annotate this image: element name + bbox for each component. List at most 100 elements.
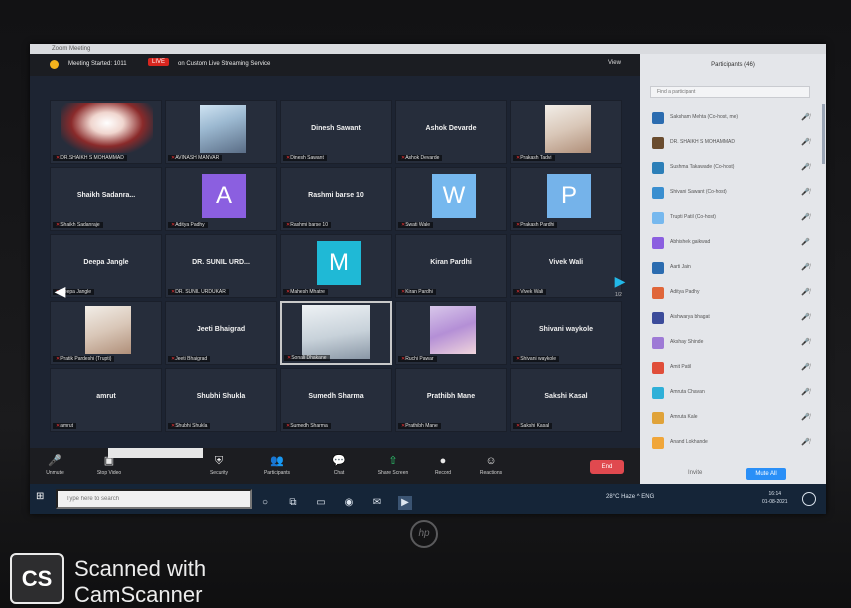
tile-name: Shaikh Sadanra... <box>76 192 136 199</box>
view-button[interactable]: View <box>608 60 621 66</box>
avatar <box>652 412 664 424</box>
system-tray[interactable]: 28°C Haze ^ ENG <box>606 494 654 500</box>
participant-item[interactable]: Trupti Patil (Co-host) 🎤̸ <box>646 206 816 231</box>
participants-button[interactable]: 👥 Participants <box>260 454 294 476</box>
participant-video <box>200 105 246 153</box>
meeting-info-icon[interactable] <box>50 60 59 69</box>
tile-label: Sonali Dhakane <box>284 355 330 361</box>
avatar <box>652 112 664 124</box>
video-tile[interactable]: DR.SHAIKH S MOHAMMAD <box>50 100 162 164</box>
taskbar-apps: ○ ⧉ ▭ ◉ ✉ ▶ <box>258 492 426 510</box>
tile-label: Ashok Devarde <box>398 155 443 161</box>
participant-item[interactable]: Sushma Takawade (Co-host) 🎤̸ <box>646 156 816 181</box>
video-tile[interactable]: Prathibh Mane Prathibh Mane <box>395 368 507 432</box>
task-view-icon[interactable]: ⧉ <box>286 496 300 510</box>
video-tile[interactable]: Sakshi Kasal Sakshi Kasal <box>510 368 622 432</box>
share-screen-button[interactable]: ⇧ Share Screen <box>376 454 410 476</box>
live-stream-text[interactable]: on Custom Live Streaming Service <box>178 61 270 67</box>
unmute-button[interactable]: 🎤 Unmute <box>38 454 72 476</box>
file-explorer-icon[interactable]: ▭ <box>314 496 328 510</box>
avatar <box>652 237 664 249</box>
tile-label: Aditya Padhy <box>168 222 208 228</box>
chat-button[interactable]: 💬 Chat <box>322 454 356 476</box>
video-tile[interactable]: Prakash Tadvi <box>510 100 622 164</box>
mute-all-button[interactable]: Mute All <box>746 468 786 480</box>
avatar <box>652 137 664 149</box>
tile-label: Vivek Wali <box>513 289 547 295</box>
video-tile[interactable]: Pratik Pardeshi (Trupti) <box>50 301 162 365</box>
tile-label: Mahesh Mhatre <box>283 289 328 295</box>
participant-name: Amruta Chavan <box>670 389 705 395</box>
participant-item[interactable]: DR. SHAIKH S MOHAMMAD 🎤̸ <box>646 131 816 156</box>
video-tile[interactable]: Shivani waykole Shivani waykole <box>510 301 622 365</box>
mic-muted-icon: 🎤̸ <box>801 389 810 396</box>
participants-panel: Participants (46) Saksham Mehta (Co-host… <box>640 54 826 484</box>
participant-name: DR. SHAIKH S MOHAMMAD <box>670 139 736 145</box>
stop-video-label: Stop Video <box>96 470 122 476</box>
clock[interactable]: 16:14 01-08-2021 <box>762 490 788 506</box>
video-tile[interactable]: Kiran Pardhi Kiran Pardhi <box>395 234 507 298</box>
cortana-icon[interactable]: ○ <box>258 496 272 510</box>
video-tile[interactable]: Ashok Devarde Ashok Devarde <box>395 100 507 164</box>
camscanner-logo: CS <box>10 553 64 604</box>
record-label: Record <box>434 470 452 476</box>
share-screen-label: Share Screen <box>377 470 409 476</box>
end-meeting-button[interactable]: End <box>590 460 624 474</box>
participant-item[interactable]: Aarti Jain 🎤̸ <box>646 256 816 281</box>
participant-name: Aishwarya bhagat <box>670 314 710 320</box>
video-tile[interactable]: Ruchi Pawar <box>395 301 507 365</box>
unmute-label: Unmute <box>46 470 64 476</box>
video-tile[interactable]: amrut amrut <box>50 368 162 432</box>
video-tile[interactable]: Shubhi Shukla Shubhi Shukla <box>165 368 277 432</box>
participant-item[interactable]: Amit Patil 🎤̸ <box>646 356 816 381</box>
chrome-icon[interactable]: ◉ <box>342 496 356 510</box>
video-tile[interactable]: Jeeti Bhaigrad Jeeti Bhaigrad <box>165 301 277 365</box>
video-tile[interactable]: Dinesh Sawant Dinesh Sawant <box>280 100 392 164</box>
video-tile[interactable]: W Swati Wale <box>395 167 507 231</box>
participant-item[interactable]: Abhishek gaikwad 🎤 <box>646 231 816 256</box>
avatar <box>652 212 664 224</box>
record-button[interactable]: ● Record <box>426 454 460 476</box>
tile-label: Ruchi Pawar <box>398 356 437 362</box>
video-tile[interactable]: A Aditya Padhy <box>165 167 277 231</box>
reactions-label: Reactions <box>479 470 503 476</box>
previous-page-arrow-icon[interactable]: ◀ <box>50 276 70 306</box>
active-speaker-tile[interactable]: Sonali Dhakane <box>280 301 392 365</box>
tile-label: Kiran Pardhi <box>398 289 436 295</box>
participant-item[interactable]: Aishwarya bhagat 🎤̸ <box>646 306 816 331</box>
video-tile[interactable]: AVINASH MANVAR <box>165 100 277 164</box>
mic-icon: 🎤 <box>801 239 810 246</box>
participant-name: Trupti Patil (Co-host) <box>670 214 716 220</box>
video-tile[interactable]: M Mahesh Mhatre <box>280 234 392 298</box>
windows-start-icon[interactable]: ⊞ <box>36 491 44 502</box>
video-tile[interactable]: P Prakash Pardhi <box>510 167 622 231</box>
participant-name: Akshay Shinde <box>670 339 704 345</box>
reactions-button[interactable]: ☺ Reactions <box>474 454 508 476</box>
shield-icon: ⛨ <box>214 455 224 467</box>
live-badge[interactable]: LIVE <box>148 58 170 66</box>
video-tile[interactable]: Sumedh Sharma Sumedh Sharma <box>280 368 392 432</box>
video-tile[interactable]: Rashmi barse 10 Rashmi barse 10 <box>280 167 392 231</box>
participant-item[interactable]: Amruta Chavan 🎤̸ <box>646 381 816 406</box>
security-button[interactable]: ⛨ Security <box>202 454 236 476</box>
participant-name: Shivani Sawant (Co-host) <box>670 189 727 195</box>
participant-item[interactable]: Shivani Sawant (Co-host) 🎤̸ <box>646 181 816 206</box>
participant-search-input[interactable] <box>650 86 810 98</box>
zoom-app-icon[interactable]: ▶ <box>398 496 412 510</box>
taskbar-search-input[interactable] <box>56 489 252 509</box>
participant-item[interactable]: Amruta Kale 🎤̸ <box>646 406 816 431</box>
mail-icon[interactable]: ✉ <box>370 496 384 510</box>
participant-list: Saksham Mehta (Co-host, me) 🎤̸ DR. SHAIKH… <box>646 106 816 456</box>
participant-item[interactable]: Akshay Shinde 🎤̸ <box>646 331 816 356</box>
participant-name: Amruta Kale <box>670 414 698 420</box>
participant-item[interactable]: Aditya Padhy 🎤̸ <box>646 281 816 306</box>
video-tile[interactable]: Vivek Wali Vivek Wali <box>510 234 622 298</box>
participants-scrollbar[interactable] <box>822 104 825 164</box>
participant-item[interactable]: Saksham Mehta (Co-host, me) 🎤̸ <box>646 106 816 131</box>
video-tile[interactable]: Shaikh Sadanra... Shaikh Sadanraje <box>50 167 162 231</box>
tile-label: Sumedh Sharma <box>283 423 331 429</box>
notification-icon[interactable] <box>802 492 816 506</box>
participant-item[interactable]: Anand Lokhande 🎤̸ <box>646 431 816 456</box>
video-tile[interactable]: DR. SUNIL URD... DR. SUNIL URDUKAR <box>165 234 277 298</box>
invite-button[interactable]: Invite <box>688 470 702 476</box>
